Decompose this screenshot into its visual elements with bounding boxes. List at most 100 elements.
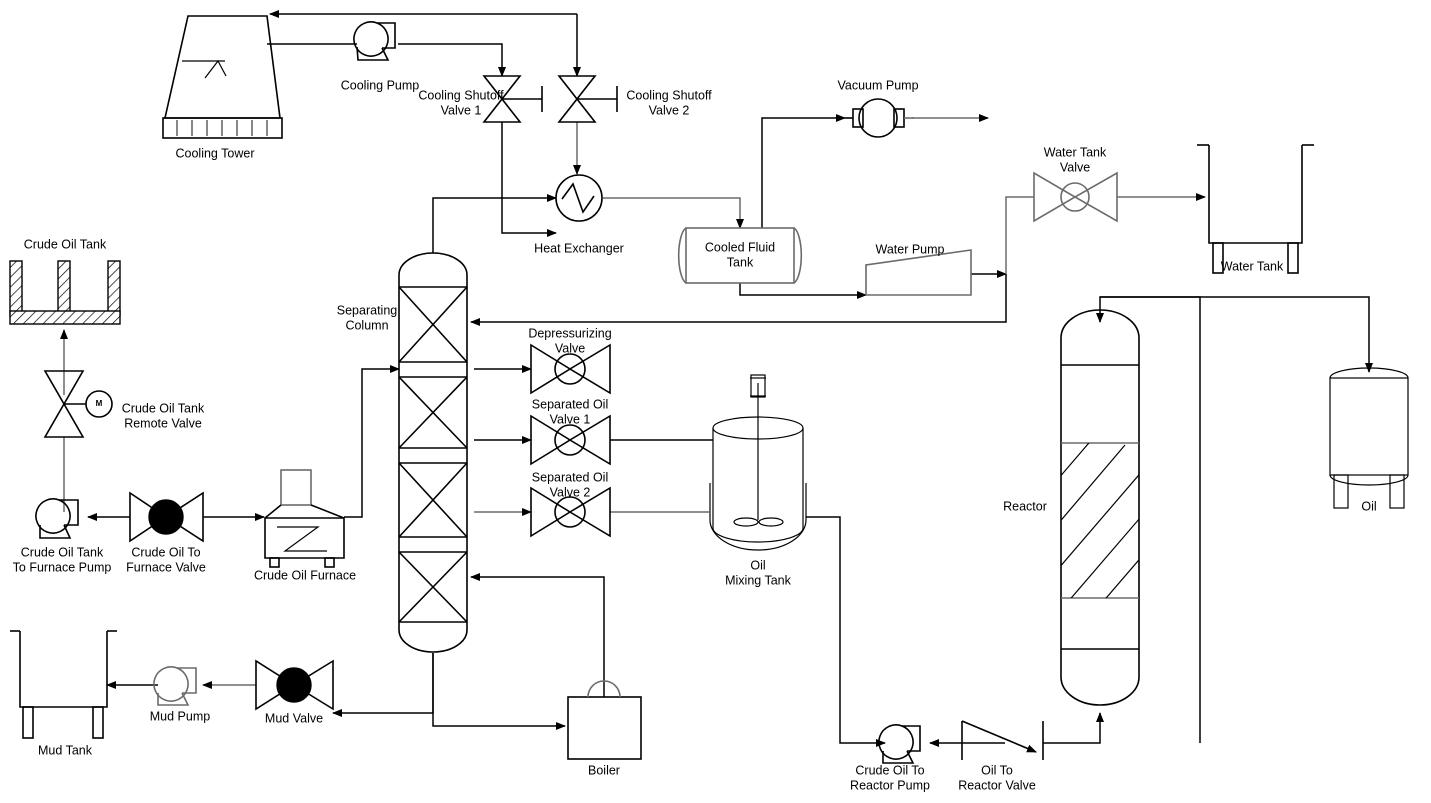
mud-tank-label: Mud Tank xyxy=(38,743,93,757)
crude-oil-tank-to-furnace-pump[interactable]: Crude Oil Tank To Furnace Pump xyxy=(13,498,112,574)
cooled-fluid-tank[interactable]: Cooled Fluid Tank xyxy=(677,227,803,284)
pipe-coolingpump-to-valve1 xyxy=(398,43,506,77)
mud-pump[interactable]: Mud Pump xyxy=(150,666,210,723)
pid-canvas: Cooling Tower Cooling Pump Cooling Shuto… xyxy=(0,0,1431,803)
crude-oil-to-furnace-valve-label-2: Furnace Valve xyxy=(126,560,206,574)
oil-mixing-tank-label-2: Mixing Tank xyxy=(725,573,792,587)
mud-valve-actuator xyxy=(276,667,312,703)
water-tank-label: Water Tank xyxy=(1221,259,1284,273)
crude-oil-to-reactor-pump[interactable]: Crude Oil To Reactor Pump xyxy=(850,724,930,792)
pipe-checkvalve-to-reactor xyxy=(1043,712,1104,744)
crude-oil-to-furnace-valve-actuator xyxy=(148,499,184,535)
vacuum-pump-body xyxy=(858,98,898,138)
crude-oil-tank-to-furnace-pump-label-2: To Furnace Pump xyxy=(13,560,112,574)
separating-column-label-1: Separating xyxy=(337,303,398,317)
reactor-catalyst-bed-hatch xyxy=(1061,443,1139,598)
crude-oil-furnace-right-leg xyxy=(324,557,335,568)
separating-column-packing-1 xyxy=(398,286,468,378)
cooling-shutoff-valve-1-label-2: Valve 1 xyxy=(441,103,482,117)
depressurizing-valve-label-2: Valve xyxy=(555,341,585,355)
cooling-tower-fill-ticks xyxy=(176,120,268,136)
depressurizing-valve[interactable]: Depressurizing Valve xyxy=(528,326,612,395)
water-tank[interactable]: Water Tank xyxy=(1197,144,1314,274)
mud-tank-left-leg xyxy=(22,706,34,739)
pipe-column-to-boiler xyxy=(432,653,566,730)
water-tank-valve[interactable]: Water Tank Valve xyxy=(1033,145,1118,223)
oil-tank[interactable]: Oil xyxy=(1329,367,1409,513)
water-pump[interactable]: Water Pump xyxy=(865,242,972,296)
heat-exchanger[interactable]: Heat Exchanger xyxy=(534,174,624,255)
mud-valve-label: Mud Valve xyxy=(265,711,323,725)
water-tank-valve-label-2: Valve xyxy=(1060,160,1090,174)
pipe-valve1-to-hx-bottom xyxy=(501,122,557,237)
pipe-column-to-mudvalve xyxy=(332,653,434,717)
crude-oil-tank-left-wall xyxy=(9,260,23,316)
heat-exchanger-zigzag xyxy=(561,182,595,214)
oil-to-reactor-valve[interactable]: Oil To Reactor Valve xyxy=(958,720,1044,792)
reactor-shell xyxy=(1060,309,1140,706)
water-tank-valve-left-wing xyxy=(1033,171,1077,223)
cooling-tower-fan-arrow xyxy=(204,59,227,79)
vacuum-pump[interactable]: Vacuum Pump xyxy=(837,78,919,138)
oil-to-reactor-valve-label-2: Reactor Valve xyxy=(958,778,1036,792)
crude-oil-furnace-stack xyxy=(280,469,312,506)
oil-mixing-tank[interactable]: Oil Mixing Tank xyxy=(709,374,807,587)
cooling-shutoff-valve-1[interactable]: Cooling Shutoff Valve 1 xyxy=(418,75,543,123)
crude-oil-furnace-left-leg xyxy=(269,557,280,568)
cooling-pump-outlet xyxy=(377,22,396,49)
mud-valve[interactable]: Mud Valve xyxy=(255,659,334,725)
separated-oil-valve-1[interactable]: Separated Oil Valve 1 xyxy=(530,397,611,466)
cooling-shutoff-valve-2[interactable]: Cooling Shutoff Valve 2 xyxy=(557,75,712,123)
pipe-furnace-to-column xyxy=(344,365,400,518)
pipe-hx-to-cooledfluidtank xyxy=(603,197,744,229)
cooled-fluid-tank-left-cap xyxy=(677,227,687,284)
separated-oil-valve-1-label-2: Valve 1 xyxy=(550,412,591,426)
crude-oil-tank-floor xyxy=(9,310,121,325)
mud-tank-right-leg xyxy=(92,706,104,739)
cooling-tower[interactable]: Cooling Tower xyxy=(162,15,283,160)
crude-oil-tank[interactable]: Crude Oil Tank xyxy=(9,237,121,325)
boiler-label: Boiler xyxy=(588,763,620,777)
separating-column-packing-4 xyxy=(398,551,468,623)
vacuum-pump-label: Vacuum Pump xyxy=(837,78,918,92)
cooling-tower-label: Cooling Tower xyxy=(176,146,255,160)
separated-oil-valve-2-label-2: Valve 2 xyxy=(550,485,591,499)
reactor[interactable]: Reactor xyxy=(1003,309,1205,706)
vacuum-pump-inlet-flange xyxy=(852,108,864,128)
crude-oil-furnace[interactable]: Crude Oil Furnace xyxy=(254,469,356,582)
crude-oil-furnace-coil xyxy=(277,526,327,552)
process-flow-diagram: Cooling Tower Cooling Pump Cooling Shuto… xyxy=(9,10,1409,792)
crude-oil-tank-remote-valve[interactable]: M Crude Oil Tank Remote Valve xyxy=(43,370,205,438)
water-tank-shell xyxy=(1208,145,1303,244)
cooled-fluid-tank-label-2: Tank xyxy=(727,255,754,269)
water-pump-body xyxy=(865,249,972,296)
cooling-pump[interactable]: Cooling Pump xyxy=(341,21,420,92)
water-tank-valve-right-wing xyxy=(1073,171,1118,223)
crude-oil-furnace-body xyxy=(264,504,345,559)
pipe-reflux-to-column xyxy=(470,274,1007,326)
crude-oil-to-furnace-valve-label-1: Crude Oil To xyxy=(131,545,200,559)
water-tank-right-leg xyxy=(1287,242,1299,274)
crude-oil-tank-remote-valve-label-2: Remote Valve xyxy=(124,416,202,430)
separated-oil-valve-2[interactable]: Separated Oil Valve 2 xyxy=(530,470,611,538)
crude-oil-reactor-pump-outlet xyxy=(902,725,921,752)
pipe-boiler-to-column xyxy=(470,573,605,697)
mud-tank[interactable]: Mud Tank xyxy=(10,630,117,757)
reactor-label: Reactor xyxy=(1003,499,1047,513)
separated-oil-valve-2-label-1: Separated Oil xyxy=(532,470,608,484)
cooling-shutoff-valve-2-label-2: Valve 2 xyxy=(649,103,690,117)
boiler-body xyxy=(567,696,642,760)
pipe-to-watertank-valve xyxy=(1005,196,1034,274)
pipe-reactor-recirc-top xyxy=(1096,296,1201,743)
separated-oil-valve-1-label-1: Separated Oil xyxy=(532,397,608,411)
mud-pump-label: Mud Pump xyxy=(150,709,210,723)
oil-mixing-tank-impeller-left xyxy=(733,517,759,527)
cooling-shutoff-valve-2-label-1: Cooling Shutoff xyxy=(626,88,712,102)
crude-oil-to-reactor-pump-label-2: Reactor Pump xyxy=(850,778,930,792)
crude-oil-to-furnace-valve[interactable]: Crude Oil To Furnace Valve xyxy=(126,491,206,574)
separating-column-packing-3 xyxy=(398,462,468,553)
separating-column[interactable]: Separating Column xyxy=(337,252,468,653)
pipe-mixingtank-to-reactorpump xyxy=(806,516,886,747)
remote-actuator-glyph: M xyxy=(96,399,103,408)
pipe-header-to-oiltank xyxy=(1100,296,1373,373)
